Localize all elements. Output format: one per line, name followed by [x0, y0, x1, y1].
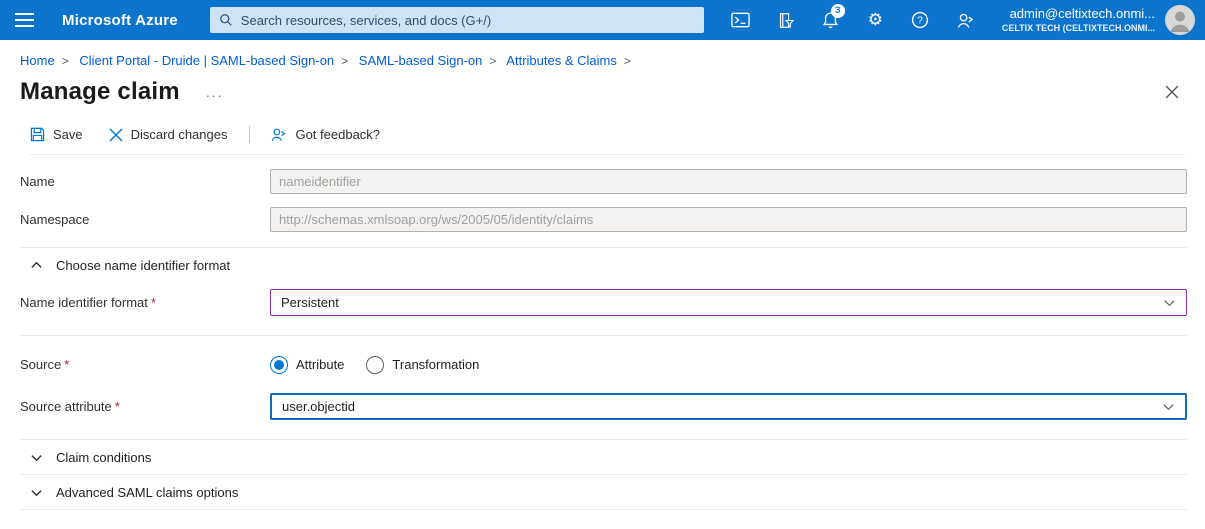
breadcrumb-home[interactable]: Home	[20, 53, 55, 68]
radio-unselected-icon	[366, 356, 384, 374]
got-feedback-button[interactable]: Got feedback?	[270, 127, 380, 142]
breadcrumb-app[interactable]: Client Portal - Druide | SAML-based Sign…	[79, 53, 334, 68]
notifications-bell-icon[interactable]: 3	[808, 0, 853, 40]
breadcrumb-separator: >	[489, 54, 496, 68]
required-marker: *	[115, 399, 120, 414]
help-icon[interactable]: ?	[898, 0, 943, 40]
name-identifier-format-label: Name identifier format*	[20, 295, 270, 310]
source-label: Source*	[20, 357, 270, 372]
breadcrumb-separator: >	[62, 54, 69, 68]
more-options-icon[interactable]: ···	[206, 82, 224, 103]
radio-selected-icon	[270, 356, 288, 374]
manage-claim-form: Name Namespace Choose name identifier fo…	[0, 169, 1205, 510]
required-marker: *	[151, 295, 156, 310]
required-marker: *	[64, 357, 69, 372]
search-icon	[219, 13, 233, 27]
chevron-down-icon	[1162, 400, 1175, 413]
account-email: admin@celtixtech.onmi...	[1002, 6, 1155, 22]
name-label: Name	[20, 174, 270, 189]
section-claim-conditions[interactable]: Claim conditions	[20, 440, 1187, 474]
namespace-label: Namespace	[20, 212, 270, 227]
settings-gear-icon[interactable]: ⚙	[853, 0, 898, 40]
feedback-person-icon	[270, 127, 287, 142]
discard-changes-button[interactable]: Discard changes	[109, 127, 228, 142]
radio-transformation[interactable]: Transformation	[366, 356, 479, 374]
brand-title[interactable]: Microsoft Azure	[62, 12, 178, 29]
breadcrumb-separator: >	[624, 54, 631, 68]
radio-attribute[interactable]: Attribute	[270, 356, 344, 374]
breadcrumb-attributes-claims[interactable]: Attributes & Claims	[506, 53, 617, 68]
save-button[interactable]: Save	[30, 127, 83, 142]
feedback-icon[interactable]	[943, 0, 988, 40]
section-divider	[20, 335, 1187, 336]
chevron-up-icon	[30, 259, 43, 272]
namespace-input[interactable]	[270, 207, 1187, 232]
page-title: Manage claim	[20, 78, 180, 106]
name-identifier-format-select[interactable]: Persistent	[270, 289, 1187, 316]
search-input[interactable]	[241, 13, 695, 28]
account-menu[interactable]: admin@celtixtech.onmi... CELTIX TECH (CE…	[1002, 6, 1155, 34]
directory-filter-icon[interactable]	[763, 0, 808, 40]
breadcrumb: Home > Client Portal - Druide | SAML-base…	[0, 40, 1205, 68]
source-attribute-select[interactable]: user.objectid	[270, 393, 1187, 420]
hamburger-menu-icon[interactable]	[0, 0, 48, 40]
breadcrumb-separator: >	[341, 54, 348, 68]
azure-top-bar: Microsoft Azure 3 ⚙ ? admin@celtixtech.o…	[0, 0, 1205, 40]
notification-count-badge: 3	[831, 4, 845, 18]
cloud-shell-icon[interactable]	[718, 0, 763, 40]
section-choose-name-identifier-format[interactable]: Choose name identifier format	[20, 248, 1187, 282]
global-search[interactable]	[210, 7, 704, 33]
toolbar-divider	[249, 126, 250, 143]
name-input[interactable]	[270, 169, 1187, 194]
section-advanced-saml-claims-options[interactable]: Advanced SAML claims options	[20, 475, 1187, 509]
breadcrumb-saml-signon[interactable]: SAML-based Sign-on	[359, 53, 483, 68]
source-radio-group: Attribute Transformation	[270, 356, 1187, 374]
close-icon[interactable]	[1165, 85, 1179, 99]
account-tenant: CELTIX TECH (CELTIXTECH.ONMI...	[1002, 23, 1155, 34]
svg-text:?: ?	[918, 16, 924, 27]
chevron-down-icon	[1163, 296, 1176, 309]
chevron-down-icon	[30, 451, 43, 464]
chevron-down-icon	[30, 486, 43, 499]
save-icon	[30, 127, 45, 142]
source-attribute-label: Source attribute*	[20, 399, 270, 414]
discard-x-icon	[109, 128, 123, 142]
avatar[interactable]	[1165, 5, 1195, 35]
section-divider	[20, 509, 1187, 510]
command-bar: Save Discard changes Got feedback?	[30, 126, 1185, 155]
